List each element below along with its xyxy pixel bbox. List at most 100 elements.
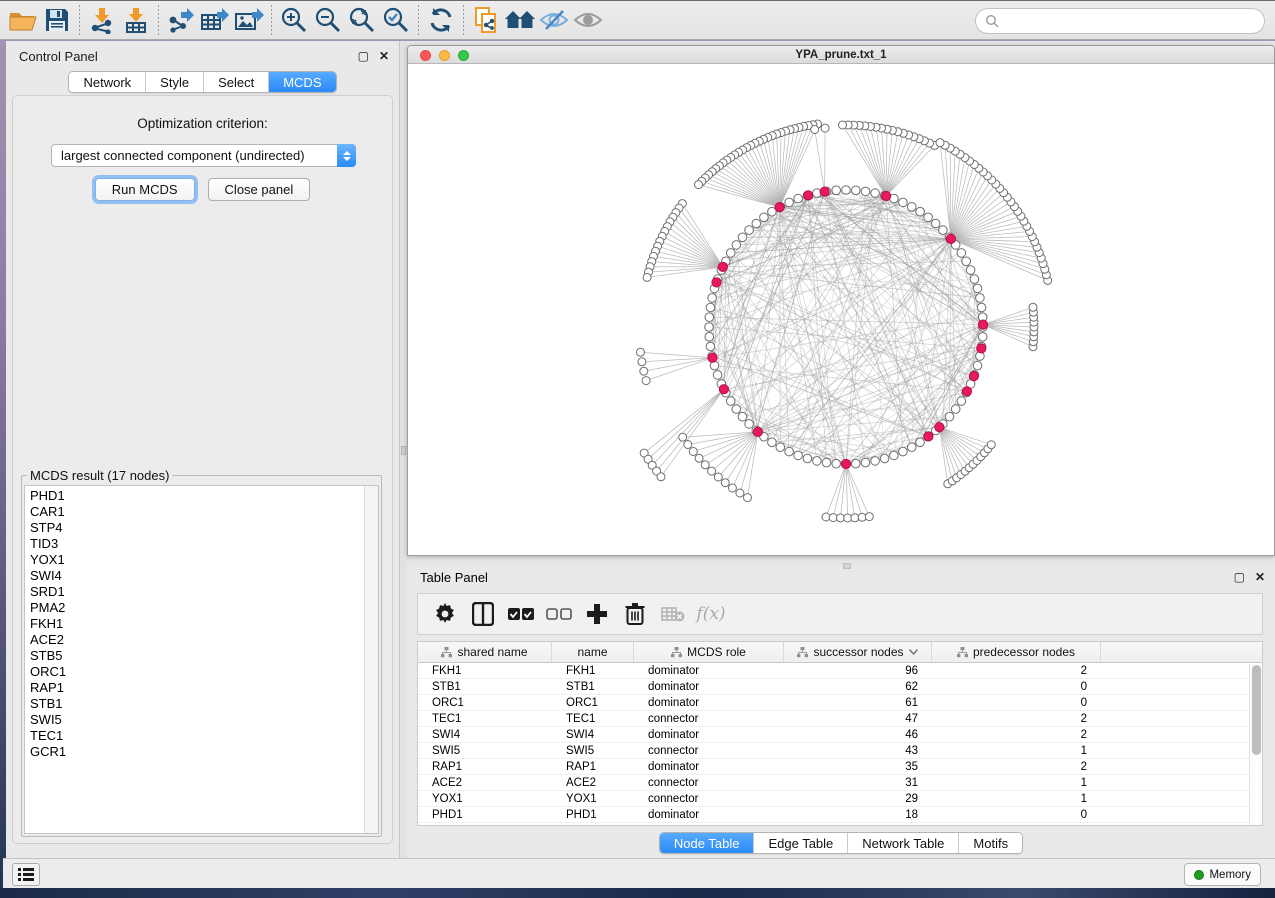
mcds-result-item[interactable]: TID3	[30, 536, 378, 552]
add-button[interactable]	[578, 597, 616, 631]
table-row[interactable]: PHD1PHD1dominator180	[418, 807, 1262, 823]
task-history-button[interactable]	[12, 863, 40, 886]
hide-selected-button[interactable]	[537, 4, 571, 36]
tab-edge-table[interactable]: Edge Table	[754, 833, 848, 853]
network-graph[interactable]	[408, 64, 1274, 556]
table-row[interactable]: YOX1YOX1connector291	[418, 791, 1262, 807]
float-panel-icon[interactable]: ▢	[358, 50, 369, 62]
zoom-out-button[interactable]	[311, 4, 345, 36]
tab-style[interactable]: Style	[146, 72, 204, 92]
mcds-result-item[interactable]: YOX1	[30, 552, 378, 568]
network-window-titlebar[interactable]: YPA_prune.txt_1	[408, 46, 1274, 64]
refresh-button[interactable]	[424, 4, 458, 36]
table-row[interactable]: TEC1TEC1connector472	[418, 711, 1262, 727]
column-header-name[interactable]: name	[552, 642, 634, 662]
mcds-result-item[interactable]: STB1	[30, 696, 378, 712]
table-row[interactable]: ORC1ORC1dominator610	[418, 695, 1262, 711]
close-panel-icon[interactable]: ✕	[379, 50, 389, 62]
export-image-button[interactable]	[232, 4, 266, 36]
column-header-filler	[1101, 642, 1262, 662]
toolbar-separator	[79, 5, 80, 35]
network-canvas[interactable]	[408, 64, 1274, 556]
import-table-button[interactable]	[119, 4, 153, 36]
show-all-button[interactable]	[571, 4, 605, 36]
network-view-window[interactable]: YPA_prune.txt_1	[407, 45, 1275, 556]
save-session-button[interactable]	[40, 4, 74, 36]
column-header-shared-name[interactable]: shared name	[418, 642, 552, 662]
mcds-result-item[interactable]: FKH1	[30, 616, 378, 632]
import-network-button[interactable]	[85, 4, 119, 36]
mcds-result-item[interactable]: STB5	[30, 648, 378, 664]
zoom-selected-button[interactable]	[379, 4, 413, 36]
delete-icon	[625, 602, 645, 626]
table-cell: RAP1	[552, 761, 634, 773]
window-maximize-icon[interactable]	[458, 50, 469, 61]
table-row[interactable]: SWI5SWI5connector431	[418, 743, 1262, 759]
export-network-button[interactable]	[164, 4, 198, 36]
mcds-result-item[interactable]: CAR1	[30, 504, 378, 520]
tab-network[interactable]: Network	[69, 72, 146, 92]
table-cell: FKH1	[552, 665, 634, 677]
tab-network-table[interactable]: Network Table	[848, 833, 959, 853]
column-header-predecessor-nodes[interactable]: predecessor nodes	[932, 642, 1101, 662]
table-row[interactable]: FKH1FKH1dominator962	[418, 663, 1262, 679]
float-table-panel-icon[interactable]: ▢	[1234, 571, 1245, 583]
tab-select[interactable]: Select	[204, 72, 269, 92]
window-minimize-icon[interactable]	[439, 50, 450, 61]
mcds-result-item[interactable]: RAP1	[30, 680, 378, 696]
mcds-result-scrollbar[interactable]	[364, 486, 378, 833]
zoom-in-button[interactable]	[277, 4, 311, 36]
memory-button[interactable]: Memory	[1184, 863, 1261, 886]
unselect-all-button[interactable]	[540, 597, 578, 631]
column-header-successor-nodes[interactable]: successor nodes	[784, 642, 932, 662]
vertical-splitter-grip[interactable]	[401, 446, 406, 455]
run-mcds-button[interactable]: Run MCDS	[95, 178, 195, 201]
tab-mcds[interactable]: MCDS	[269, 72, 335, 92]
columns-button[interactable]	[464, 597, 502, 631]
mcds-result-item[interactable]: GCR1	[30, 744, 378, 760]
table-row[interactable]: STB1STB1dominator620	[418, 679, 1262, 695]
table-panel: Table Panel ▢ ✕ f(x) shared namenameMCDS…	[407, 565, 1275, 858]
table-row[interactable]: RAP1RAP1dominator352	[418, 759, 1262, 775]
mcds-result-item[interactable]: TEC1	[30, 728, 378, 744]
export-table-button[interactable]	[198, 4, 232, 36]
horizontal-splitter-grip[interactable]	[843, 563, 851, 569]
search-input[interactable]	[1000, 14, 1264, 29]
gear-button[interactable]	[426, 597, 464, 631]
status-bar: Memory	[3, 858, 1275, 888]
search-box[interactable]	[975, 8, 1265, 34]
mcds-result-item[interactable]: SWI5	[30, 712, 378, 728]
mcds-result-item[interactable]: STP4	[30, 520, 378, 536]
mcds-result-list[interactable]: PHD1CAR1STP4TID3YOX1SWI4SRD1PMA2FKH1ACE2…	[24, 485, 379, 834]
mcds-result-item[interactable]: ORC1	[30, 664, 378, 680]
column-header-MCDS-role[interactable]: MCDS role	[634, 642, 784, 662]
mcds-result-item[interactable]: PHD1	[30, 488, 378, 504]
mcds-result-item[interactable]: SRD1	[30, 584, 378, 600]
optimization-criterion-dropdown[interactable]: largest connected component (undirected)	[51, 144, 356, 167]
table-cell: PHD1	[418, 809, 552, 821]
table-row[interactable]: ACE2ACE2connector311	[418, 775, 1262, 791]
mcds-result-item[interactable]: PMA2	[30, 600, 378, 616]
vertical-splitter[interactable]	[400, 41, 407, 858]
toolbar-separator	[418, 5, 419, 35]
close-table-panel-icon[interactable]: ✕	[1255, 571, 1265, 583]
zoom-fit-button[interactable]	[345, 4, 379, 36]
gear-icon	[434, 603, 456, 625]
mcds-result-item[interactable]: SWI4	[30, 568, 378, 584]
table-cell: FKH1	[418, 665, 552, 677]
tab-node-table[interactable]: Node Table	[660, 833, 755, 853]
select-all-button[interactable]	[502, 597, 540, 631]
delete-button[interactable]	[616, 597, 654, 631]
table-scrollbar[interactable]	[1249, 664, 1262, 825]
table-cell: connector	[634, 713, 784, 725]
first-neighbors-button[interactable]	[503, 4, 537, 36]
new-network-from-selection-button[interactable]	[469, 4, 503, 36]
table-scrollbar-thumb[interactable]	[1252, 665, 1261, 755]
table-row[interactable]: SWI4SWI4dominator462	[418, 727, 1262, 743]
close-panel-button[interactable]: Close panel	[208, 178, 311, 201]
node-table[interactable]: shared namenameMCDS rolesuccessor nodesp…	[417, 641, 1263, 826]
window-close-icon[interactable]	[420, 50, 431, 61]
tab-motifs[interactable]: Motifs	[959, 833, 1022, 853]
open-session-button[interactable]	[6, 4, 40, 36]
mcds-result-item[interactable]: ACE2	[30, 632, 378, 648]
